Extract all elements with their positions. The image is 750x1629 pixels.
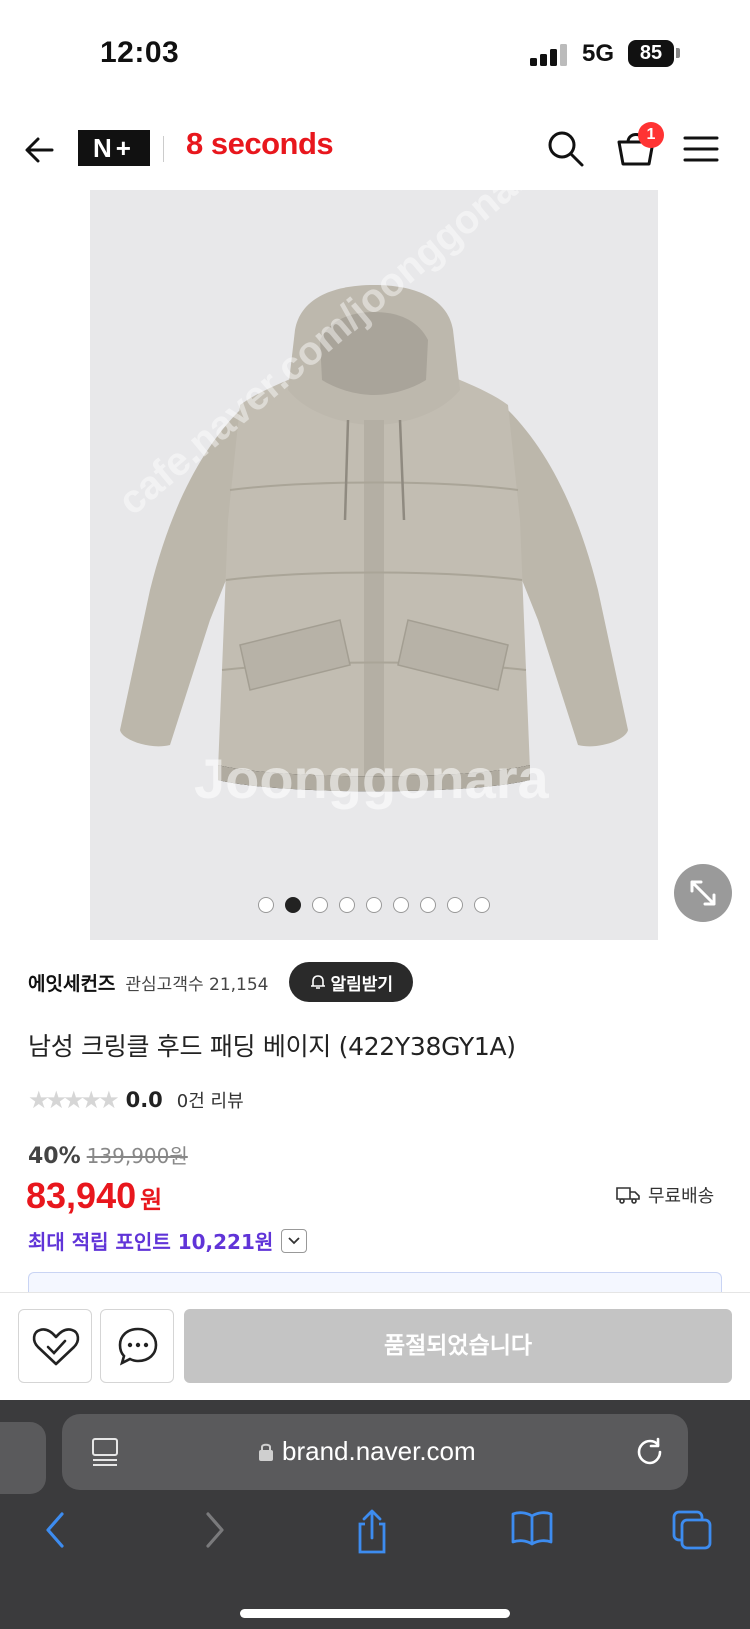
carousel-dot[interactable] (393, 897, 409, 913)
carousel-dot-active[interactable] (285, 897, 301, 913)
wishlist-button[interactable] (18, 1309, 92, 1383)
cart-count-badge: 1 (638, 122, 664, 148)
reload-icon[interactable] (634, 1436, 666, 1468)
currency-unit: 원 (140, 1186, 163, 1214)
home-indicator (240, 1609, 510, 1618)
share-icon[interactable] (352, 1508, 392, 1556)
product-image-gallery[interactable]: Joonggonara cafe.naver.com/joonggonara (90, 190, 658, 940)
hamburger-menu-icon[interactable] (683, 134, 719, 164)
discount-row: 40% 139,900원 (28, 1140, 188, 1169)
heart-check-icon (32, 1328, 80, 1366)
notify-label: 알림받기 (330, 974, 394, 995)
talk-talk-button[interactable] (100, 1309, 174, 1383)
brand-row: 에잇세컨즈 관심고객수 21,154 알림받기 (28, 962, 414, 1002)
carousel-dot[interactable] (312, 897, 328, 913)
lock-icon (259, 1443, 273, 1461)
naver-plus-badge[interactable]: N+ (78, 130, 150, 166)
original-price: 139,900원 (86, 1144, 188, 1168)
review-count[interactable]: 0건 리뷰 (177, 1087, 244, 1113)
shipping-info: 무료배송 (616, 1182, 714, 1208)
previous-tab-stub[interactable] (0, 1422, 46, 1494)
battery-icon: 85 (628, 40, 674, 67)
network-type: 5G (582, 40, 615, 67)
search-icon[interactable] (545, 128, 585, 168)
battery-tip (676, 48, 680, 58)
bell-plus-icon (310, 975, 325, 989)
bookmarks-icon[interactable] (510, 1508, 554, 1548)
status-time: 12:03 (100, 36, 180, 69)
reader-mode-icon[interactable] (90, 1436, 120, 1468)
browser-nav-icons (0, 1508, 750, 1568)
carousel-dot[interactable] (258, 897, 274, 913)
back-chevron-icon[interactable] (36, 1508, 76, 1552)
bottom-action-bar: 품절되었습니다 (0, 1292, 750, 1400)
forward-chevron-icon[interactable] (194, 1508, 234, 1552)
price-row: 83,940 원 (26, 1175, 162, 1217)
carousel-dot[interactable] (447, 897, 463, 913)
expand-icon (690, 880, 716, 906)
url-text: brand.naver.com (282, 1436, 476, 1466)
address-bar[interactable]: brand.naver.com (62, 1414, 688, 1490)
url-display: brand.naver.com (258, 1436, 476, 1467)
store-name[interactable]: 에잇세컨즈 (28, 969, 115, 996)
brand-logo[interactable]: 8 seconds (186, 126, 334, 162)
rating-value: 0.0 (125, 1088, 163, 1112)
sold-out-button[interactable]: 품절되었습니다 (184, 1309, 732, 1383)
padded-jacket-image (120, 285, 628, 792)
back-arrow-icon[interactable] (22, 130, 62, 170)
shipping-label: 무료배송 (648, 1186, 715, 1207)
expand-image-button[interactable] (674, 864, 732, 922)
rating-row: ★★★★★ 0.0 0건 리뷰 (28, 1085, 244, 1115)
sale-price: 83,940 (26, 1175, 137, 1216)
carousel-dot[interactable] (420, 897, 436, 913)
star-rating-icons: ★★★★★ (28, 1086, 120, 1114)
product-title: 남성 크링클 후드 패딩 베이지 (422Y38GY1A) (28, 1032, 516, 1061)
points-expand-toggle[interactable] (281, 1228, 308, 1253)
app-header: N+ 8 seconds 1 (0, 110, 750, 190)
carousel-dot[interactable] (366, 897, 382, 913)
browser-toolbar: brand.naver.com (0, 1400, 750, 1629)
tabs-icon[interactable] (670, 1508, 714, 1552)
chevron-down-icon (288, 1236, 300, 1244)
notify-button[interactable]: 알림받기 (288, 962, 414, 1002)
truck-icon (616, 1187, 640, 1204)
discount-rate: 40% (28, 1144, 81, 1169)
status-bar: 12:03 5G 85 (0, 0, 750, 100)
points-row[interactable]: 최대 적립 포인트 10,221원 (28, 1226, 308, 1255)
carousel-dot[interactable] (339, 897, 355, 913)
max-points: 최대 적립 포인트 10,221원 (28, 1230, 274, 1254)
signal-icon (530, 42, 570, 66)
carousel-dot[interactable] (474, 897, 490, 913)
carousel-dots (90, 897, 658, 913)
fan-count: 관심고객수 21,154 (125, 974, 269, 995)
chat-bubble-icon (118, 1327, 158, 1366)
header-divider (163, 136, 164, 162)
